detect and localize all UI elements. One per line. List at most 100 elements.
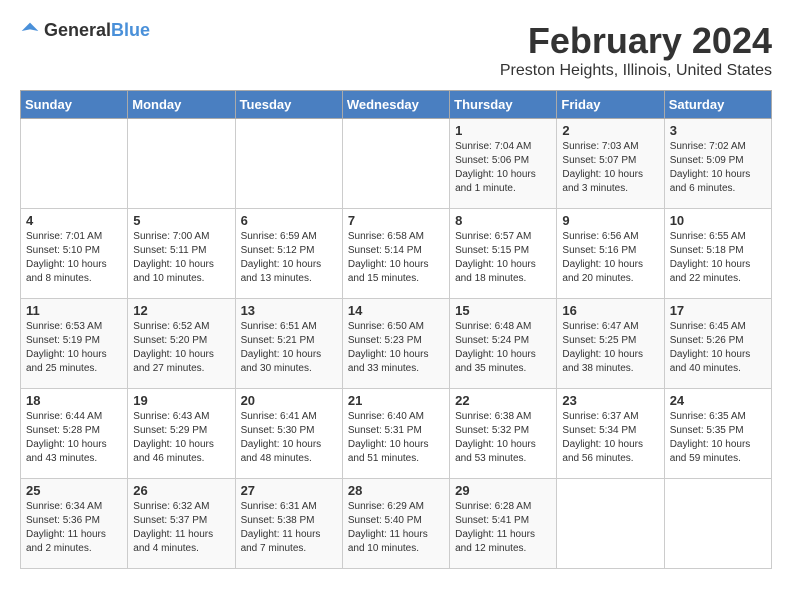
calendar-cell: 26 Sunrise: 6:32 AM Sunset: 5:37 PM Dayli… [128,479,235,569]
day-info: Sunrise: 6:34 AM Sunset: 5:36 PM Dayligh… [26,500,122,556]
calendar-cell: 14Sunrise: 6:50 AM Sunset: 5:23 PM Dayli… [342,299,449,389]
day-number: 14 [348,303,444,318]
day-number: 22 [455,393,551,408]
header-row: SundayMondayTuesdayWednesdayThursdayFrid… [21,91,772,119]
day-number: 11 [26,303,122,318]
day-info: Sunrise: 6:31 AM Sunset: 5:38 PM Dayligh… [241,500,337,556]
calendar-cell [664,479,771,569]
day-number: 9 [562,213,658,228]
calendar-cell [557,479,664,569]
calendar-cell: 24 Sunrise: 6:35 AM Sunset: 5:35 PM Dayli… [664,389,771,479]
day-info: Sunrise: 6:44 AM Sunset: 5:28 PM Dayligh… [26,410,122,466]
day-info: Sunrise: 7:00 AM Sunset: 5:11 PM Dayligh… [133,230,229,286]
subtitle: Preston Heights, Illinois, United States [500,62,772,80]
day-number: 2 [562,123,658,138]
calendar-cell: 9Sunrise: 6:56 AM Sunset: 5:16 PM Daylig… [557,209,664,299]
day-number: 27 [241,483,337,498]
day-number: 8 [455,213,551,228]
calendar-week-4: 18 Sunrise: 6:44 AM Sunset: 5:28 PM Dayli… [21,389,772,479]
calendar-cell: 7Sunrise: 6:58 AM Sunset: 5:14 PM Daylig… [342,209,449,299]
calendar-cell: 28 Sunrise: 6:29 AM Sunset: 5:40 PM Dayli… [342,479,449,569]
day-info: Sunrise: 6:32 AM Sunset: 5:37 PM Dayligh… [133,500,229,556]
calendar-cell [128,119,235,209]
day-info: Sunrise: 6:40 AM Sunset: 5:31 PM Dayligh… [348,410,444,466]
day-info: Sunrise: 7:04 AM Sunset: 5:06 PM Dayligh… [455,140,551,196]
calendar-cell: 3 Sunrise: 7:02 AM Sunset: 5:09 PM Daylig… [664,119,771,209]
day-number: 29 [455,483,551,498]
calendar-cell: 22 Sunrise: 6:38 AM Sunset: 5:32 PM Dayli… [450,389,557,479]
calendar-cell: 21 Sunrise: 6:40 AM Sunset: 5:31 PM Dayli… [342,389,449,479]
day-number: 25 [26,483,122,498]
day-number: 26 [133,483,229,498]
day-info: Sunrise: 7:03 AM Sunset: 5:07 PM Dayligh… [562,140,658,196]
day-info: Sunrise: 6:55 AM Sunset: 5:18 PM Dayligh… [670,230,766,286]
calendar-cell: 18 Sunrise: 6:44 AM Sunset: 5:28 PM Dayli… [21,389,128,479]
day-info: Sunrise: 6:43 AM Sunset: 5:29 PM Dayligh… [133,410,229,466]
day-info: Sunrise: 6:29 AM Sunset: 5:40 PM Dayligh… [348,500,444,556]
day-info: Sunrise: 6:28 AM Sunset: 5:41 PM Dayligh… [455,500,551,556]
day-number: 18 [26,393,122,408]
calendar-cell [21,119,128,209]
day-number: 16 [562,303,658,318]
day-info: Sunrise: 6:51 AM Sunset: 5:21 PM Dayligh… [241,320,337,376]
calendar-cell: 19 Sunrise: 6:43 AM Sunset: 5:29 PM Dayli… [128,389,235,479]
calendar-cell: 27 Sunrise: 6:31 AM Sunset: 5:38 PM Dayli… [235,479,342,569]
day-number: 28 [348,483,444,498]
calendar-cell: 4Sunrise: 7:01 AM Sunset: 5:10 PM Daylig… [21,209,128,299]
day-number: 4 [26,213,122,228]
logo-text: GeneralBlue [44,20,150,41]
day-number: 20 [241,393,337,408]
calendar-header: SundayMondayTuesdayWednesdayThursdayFrid… [21,91,772,119]
day-number: 19 [133,393,229,408]
calendar-body: 1 Sunrise: 7:04 AM Sunset: 5:06 PM Daylig… [21,119,772,569]
logo-general: General [44,20,111,40]
day-number: 15 [455,303,551,318]
calendar-cell: 8 Sunrise: 6:57 AM Sunset: 5:15 PM Daylig… [450,209,557,299]
calendar-cell: 11 Sunrise: 6:53 AM Sunset: 5:19 PM Dayli… [21,299,128,389]
calendar-cell: 23Sunrise: 6:37 AM Sunset: 5:34 PM Dayli… [557,389,664,479]
day-info: Sunrise: 6:52 AM Sunset: 5:20 PM Dayligh… [133,320,229,376]
day-info: Sunrise: 6:35 AM Sunset: 5:35 PM Dayligh… [670,410,766,466]
calendar-cell: 15Sunrise: 6:48 AM Sunset: 5:24 PM Dayli… [450,299,557,389]
calendar-cell: 6Sunrise: 6:59 AM Sunset: 5:12 PM Daylig… [235,209,342,299]
calendar-week-2: 4Sunrise: 7:01 AM Sunset: 5:10 PM Daylig… [21,209,772,299]
calendar-cell: 5 Sunrise: 7:00 AM Sunset: 5:11 PM Daylig… [128,209,235,299]
calendar-cell [235,119,342,209]
day-info: Sunrise: 6:38 AM Sunset: 5:32 PM Dayligh… [455,410,551,466]
main-title: February 2024 [500,20,772,62]
day-number: 5 [133,213,229,228]
day-number: 12 [133,303,229,318]
header-day-saturday: Saturday [664,91,771,119]
header-day-friday: Friday [557,91,664,119]
day-number: 10 [670,213,766,228]
day-number: 1 [455,123,551,138]
calendar-cell: 25 Sunrise: 6:34 AM Sunset: 5:36 PM Dayli… [21,479,128,569]
day-info: Sunrise: 6:53 AM Sunset: 5:19 PM Dayligh… [26,320,122,376]
calendar-table: SundayMondayTuesdayWednesdayThursdayFrid… [20,90,772,569]
calendar-cell: 16Sunrise: 6:47 AM Sunset: 5:25 PM Dayli… [557,299,664,389]
calendar-week-5: 25 Sunrise: 6:34 AM Sunset: 5:36 PM Dayli… [21,479,772,569]
day-number: 13 [241,303,337,318]
calendar-cell: 20 Sunrise: 6:41 AM Sunset: 5:30 PM Dayli… [235,389,342,479]
day-number: 3 [670,123,766,138]
day-number: 24 [670,393,766,408]
day-info: Sunrise: 6:57 AM Sunset: 5:15 PM Dayligh… [455,230,551,286]
day-info: Sunrise: 6:41 AM Sunset: 5:30 PM Dayligh… [241,410,337,466]
day-number: 21 [348,393,444,408]
calendar-cell: 13 Sunrise: 6:51 AM Sunset: 5:21 PM Dayli… [235,299,342,389]
logo-icon [20,21,40,41]
calendar-cell: 17Sunrise: 6:45 AM Sunset: 5:26 PM Dayli… [664,299,771,389]
calendar-cell: 10 Sunrise: 6:55 AM Sunset: 5:18 PM Dayli… [664,209,771,299]
calendar-cell: 2 Sunrise: 7:03 AM Sunset: 5:07 PM Daylig… [557,119,664,209]
day-info: Sunrise: 6:37 AM Sunset: 5:34 PM Dayligh… [562,410,658,466]
calendar-cell: 1 Sunrise: 7:04 AM Sunset: 5:06 PM Daylig… [450,119,557,209]
calendar-week-3: 11 Sunrise: 6:53 AM Sunset: 5:19 PM Dayli… [21,299,772,389]
day-info: Sunrise: 7:02 AM Sunset: 5:09 PM Dayligh… [670,140,766,196]
day-number: 7 [348,213,444,228]
day-info: Sunrise: 6:59 AM Sunset: 5:12 PM Dayligh… [241,230,337,286]
header-day-thursday: Thursday [450,91,557,119]
day-info: Sunrise: 6:45 AM Sunset: 5:26 PM Dayligh… [670,320,766,376]
header-day-tuesday: Tuesday [235,91,342,119]
header-day-sunday: Sunday [21,91,128,119]
title-area: February 2024 Preston Heights, Illinois,… [500,20,772,80]
